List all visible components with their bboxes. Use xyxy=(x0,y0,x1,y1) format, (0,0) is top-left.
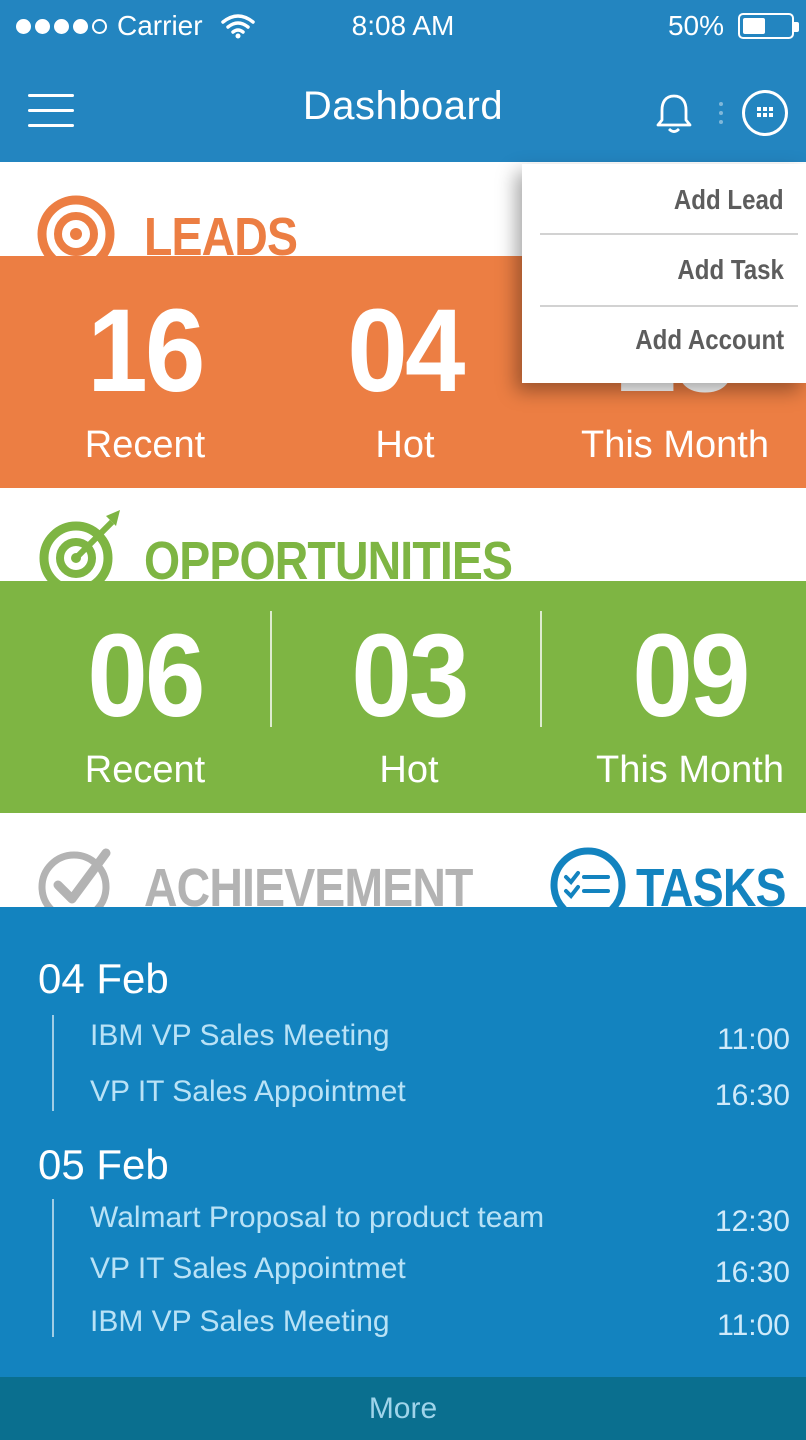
opportunities-this-month[interactable]: 09 This Month xyxy=(576,617,804,792)
task-title[interactable]: IBM VP Sales Meeting xyxy=(90,1305,390,1339)
tab-achievement-label: ACHIEVEMENT xyxy=(144,858,473,907)
task-title[interactable]: Walmart Proposal to product team xyxy=(90,1201,544,1235)
task-time: 16:30 xyxy=(714,1079,790,1112)
opportunities-recent-count: 06 xyxy=(87,610,205,742)
task-time: 12:30 xyxy=(714,1205,790,1238)
stat-divider xyxy=(540,611,542,727)
battery-status: 50% xyxy=(667,10,799,42)
leads-recent[interactable]: 16 Recent xyxy=(40,292,250,467)
more-vertical-icon[interactable] xyxy=(719,102,725,128)
leads-this-month-label: This Month xyxy=(581,424,769,466)
task-title[interactable]: VP IT Sales Appointmet xyxy=(90,1252,406,1286)
tab-tasks[interactable]: TASKS xyxy=(540,813,806,907)
opportunities-hot-label: Hot xyxy=(379,749,439,791)
apps-grid-icon[interactable] xyxy=(742,90,788,136)
opportunities-hot[interactable]: 03 Hot xyxy=(304,617,514,792)
opportunities-recent-label: Recent xyxy=(84,749,206,791)
menu-item-add-task[interactable]: Add Task xyxy=(677,254,784,286)
opportunities-this-month-label: This Month xyxy=(596,749,784,791)
bell-icon[interactable] xyxy=(654,92,694,136)
stat-divider xyxy=(270,611,272,727)
menu-item-add-lead[interactable]: Add Lead xyxy=(674,184,784,216)
task-title[interactable]: IBM VP Sales Meeting xyxy=(90,1019,390,1053)
more-button[interactable]: More xyxy=(0,1377,806,1440)
task-day-date: 05 Feb xyxy=(38,1141,169,1188)
opportunities-hot-count: 03 xyxy=(351,610,469,742)
task-list: 04 Feb IBM VP Sales Meeting 11:00 VP IT … xyxy=(0,907,806,1377)
add-dropdown-menu: Add Lead Add Task Add Account xyxy=(522,164,806,383)
opportunities-this-month-count: 09 xyxy=(632,610,750,742)
tab-tasks-label: TASKS xyxy=(636,858,787,907)
task-time: 16:30 xyxy=(714,1256,790,1289)
leads-hot[interactable]: 04 Hot xyxy=(300,292,510,467)
app-header: Dashboard xyxy=(0,54,806,162)
menu-divider xyxy=(540,233,798,235)
target-arrow-icon xyxy=(39,510,120,582)
timeline-line xyxy=(52,1015,54,1111)
task-list-icon xyxy=(550,847,626,907)
leads-recent-label: Recent xyxy=(84,424,206,466)
tab-achievement[interactable]: ACHIEVEMENT xyxy=(0,813,520,907)
leads-hot-count: 04 xyxy=(347,285,465,417)
timeline-line xyxy=(52,1199,54,1337)
top-bar: Carrier 8:08 AM 50% Dashboard xyxy=(0,0,806,162)
status-bar: Carrier 8:08 AM 50% xyxy=(0,0,806,54)
checkmark-circle-icon xyxy=(38,848,111,907)
leads-hot-label: Hot xyxy=(375,424,435,466)
task-title[interactable]: VP IT Sales Appointmet xyxy=(90,1075,406,1109)
battery-percent: 50% xyxy=(667,10,724,41)
opportunities-header: OPPORTUNITIES xyxy=(0,488,806,591)
menu-item-add-account[interactable]: Add Account xyxy=(635,324,784,356)
target-icon xyxy=(37,195,115,256)
task-time: 11:00 xyxy=(717,1023,790,1056)
leads-recent-count: 16 xyxy=(87,285,205,417)
opportunities-stats: 06 Recent 03 Hot 09 This Month xyxy=(0,581,806,813)
task-time: 11:00 xyxy=(717,1309,790,1342)
task-day-date: 04 Feb xyxy=(38,955,169,1002)
battery-icon xyxy=(738,13,799,39)
opportunities-recent[interactable]: 06 Recent xyxy=(40,617,250,792)
menu-divider xyxy=(540,305,798,307)
tabs-row: ACHIEVEMENT TASKS xyxy=(0,813,806,907)
